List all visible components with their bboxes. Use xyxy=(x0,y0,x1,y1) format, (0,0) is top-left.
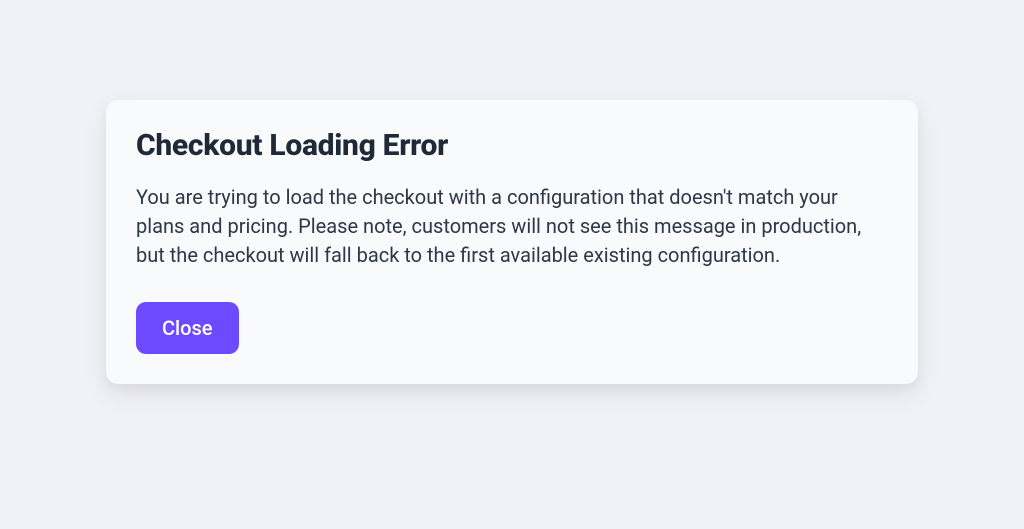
dialog-message: You are trying to load the checkout with… xyxy=(136,183,888,270)
close-button[interactable]: Close xyxy=(136,302,239,354)
dialog-title: Checkout Loading Error xyxy=(136,128,888,163)
error-dialog: Checkout Loading Error You are trying to… xyxy=(106,100,918,384)
